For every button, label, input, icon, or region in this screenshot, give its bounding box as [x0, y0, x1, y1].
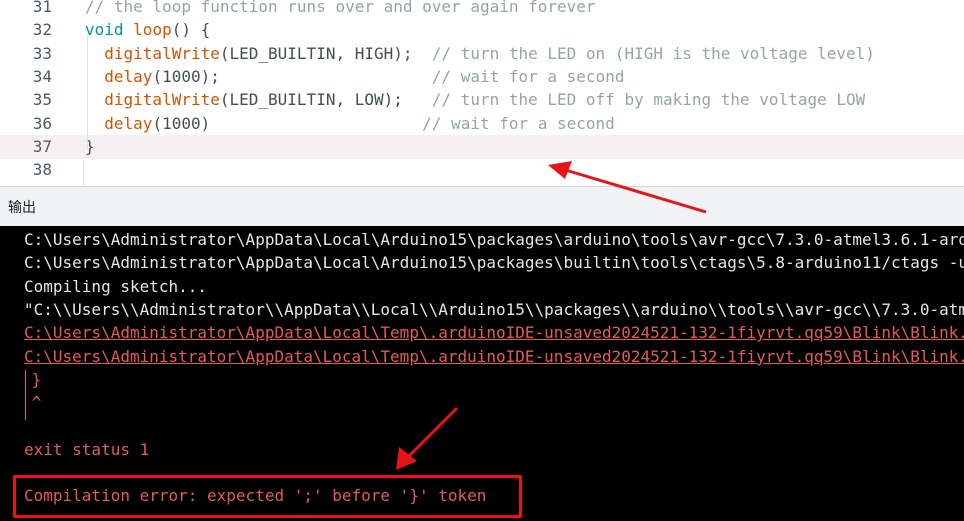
code-token: digitalWrite	[104, 90, 220, 110]
code-token: delay	[104, 66, 153, 86]
output-panel-header: 输出	[0, 186, 964, 226]
console-line: C:\Users\Administrator\AppData\Local\Ard…	[24, 253, 964, 273]
code-token: // the loop function runs over and over …	[85, 0, 596, 16]
console-line: Compilation error: expected ';' before '…	[24, 486, 487, 506]
console-line: Compiling sketch...	[24, 276, 208, 296]
code-line[interactable]: 38	[0, 158, 964, 182]
code-text: digitalWrite(LED_BUILTIN, HIGH); // turn…	[85, 42, 875, 66]
code-token: digitalWrite	[104, 43, 220, 63]
code-text: // the loop function runs over and over …	[85, 0, 596, 19]
code-token: (1000)	[152, 113, 423, 133]
line-number: 33	[32, 43, 52, 63]
gutter-separator	[83, 160, 84, 186]
line-number: 36	[32, 113, 52, 133]
line-number: 31	[32, 0, 52, 16]
code-token: // turn the LED off by making the voltag…	[431, 90, 866, 110]
code-token: (LED_BUILTIN, LOW);	[219, 90, 432, 110]
code-token: () {	[171, 20, 211, 40]
code-token: // wait for a second	[431, 66, 625, 86]
code-line[interactable]: 33 digitalWrite(LED_BUILTIN, HIGH); // t…	[0, 42, 964, 66]
code-text: delay(1000); // wait for a second	[85, 65, 624, 89]
line-number: 32	[32, 20, 52, 40]
code-line[interactable]: 32 void loop() {	[0, 18, 964, 42]
console-line: }	[22, 369, 42, 389]
code-line[interactable]: 31 // the loop function runs over and ove…	[0, 0, 964, 19]
code-token: void	[85, 20, 134, 40]
code-editor[interactable]: 38 37} 36 delay(1000) // wait for a second…	[0, 0, 964, 186]
indent-guide	[87, 36, 88, 150]
code-token: // wait for a second	[422, 113, 615, 133]
line-number: 35	[32, 90, 52, 110]
code-line[interactable]: 34 delay(1000); // wait for a second	[0, 65, 964, 89]
line-number: 37	[32, 136, 52, 156]
code-token: (1000);	[152, 66, 432, 86]
code-text: void loop() {	[85, 18, 210, 42]
code-token: // turn the LED on (HIGH is the voltage …	[431, 43, 875, 63]
code-line[interactable]: 37}	[0, 134, 964, 159]
output-console[interactable]: C:\Users\Administrator\AppData\Local\Ard…	[0, 226, 964, 521]
line-number: 38	[32, 160, 52, 180]
console-error-link[interactable]: C:\Users\Administrator\AppData\Local\Tem…	[24, 346, 964, 368]
console-line: C:\Users\Administrator\AppData\Local\Ard…	[24, 230, 964, 249]
code-line[interactable]: 35 digitalWrite(LED_BUILTIN, LOW); // tu…	[0, 88, 964, 112]
code-token: loop	[133, 20, 172, 40]
console-line: "C:\\Users\\Administrator\\AppData\\Loca…	[24, 299, 964, 319]
code-token: (LED_BUILTIN, HIGH);	[219, 43, 432, 63]
console-line: ^	[22, 393, 42, 413]
code-text: digitalWrite(LED_BUILTIN, LOW); // turn …	[85, 88, 865, 112]
console-error-link[interactable]: C:\Users\Administrator\AppData\Local\Tem…	[24, 322, 964, 344]
line-number: 34	[32, 66, 52, 86]
code-token: delay	[104, 113, 153, 133]
code-line[interactable]: 36 delay(1000) // wait for a second	[0, 112, 964, 136]
output-panel-title: 输出	[8, 200, 36, 216]
code-text: delay(1000) // wait for a second	[85, 112, 615, 136]
console-line: exit status 1	[24, 439, 150, 459]
